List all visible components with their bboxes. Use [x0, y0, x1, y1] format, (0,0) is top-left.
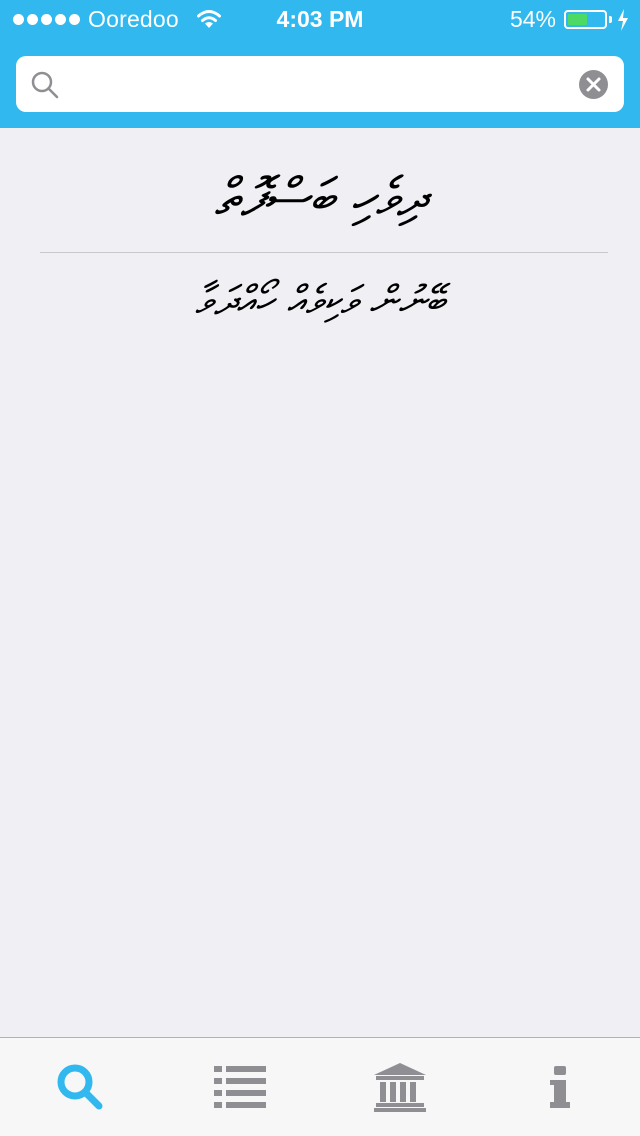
- title-divider: [40, 252, 608, 253]
- info-icon: [550, 1066, 570, 1108]
- battery-level-fill: [568, 14, 587, 25]
- tab-bar: [0, 1037, 640, 1136]
- battery-icon: [564, 10, 607, 29]
- search-bar: [0, 40, 640, 128]
- list-icon: [214, 1066, 266, 1108]
- charging-bolt-icon: [618, 9, 628, 31]
- status-bar: Ooredoo 4:03 PM 54%: [0, 0, 640, 40]
- close-icon: [586, 77, 601, 92]
- search-field: [16, 56, 624, 112]
- tab-institution[interactable]: [320, 1038, 480, 1136]
- search-input[interactable]: [78, 64, 568, 104]
- battery-percentage: 54%: [509, 6, 556, 32]
- main-content: ދިވެހި ބަސްފޮތް ބޭނުން ވަކިވެއް ހޯއްދަވާ: [0, 128, 640, 1037]
- tab-search[interactable]: [0, 1038, 160, 1136]
- clear-search-button[interactable]: [579, 70, 608, 99]
- battery-nub: [609, 16, 612, 23]
- tab-info[interactable]: [480, 1038, 640, 1136]
- search-icon: [57, 1064, 103, 1110]
- page-title: ދިވެހި ބަސްފޮތް: [214, 168, 426, 228]
- institution-icon: [374, 1063, 426, 1112]
- tab-list[interactable]: [160, 1038, 320, 1136]
- result-item[interactable]: ބޭނުން ވަކިވެއް ހޯއްދަވާ: [40, 278, 600, 324]
- search-icon: [31, 71, 59, 99]
